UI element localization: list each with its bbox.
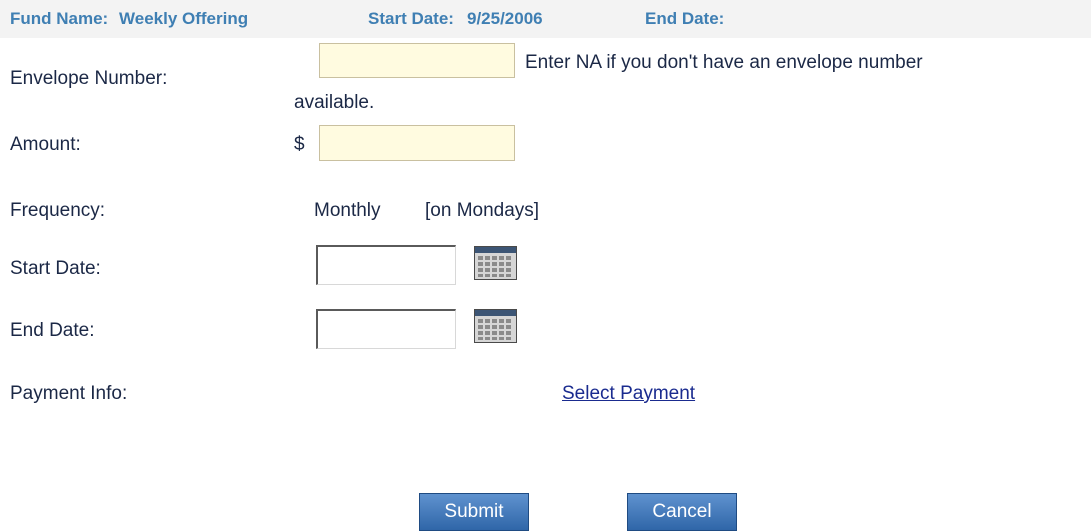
amount-label: Amount:	[10, 134, 81, 155]
currency-symbol: $	[294, 134, 305, 155]
payment-info-label: Payment Info:	[10, 383, 128, 404]
start-date-label: Start Date:	[10, 258, 101, 279]
cancel-button[interactable]: Cancel	[627, 493, 737, 531]
header-end-date-label: End Date:	[645, 9, 725, 28]
select-payment-link[interactable]: Select Payment	[562, 383, 695, 405]
envelope-hint-text-continued: available.	[294, 92, 375, 113]
frequency-label: Frequency:	[10, 200, 106, 221]
fund-name-label: Fund Name:	[10, 9, 109, 28]
frequency-value: Monthly	[314, 200, 381, 221]
envelope-number-input[interactable]	[319, 43, 515, 78]
envelope-hint-text: Enter NA if you don't have an envelope n…	[525, 52, 923, 73]
fund-name-value: Weekly Offering	[119, 9, 249, 28]
frequency-detail: [on Mondays]	[425, 200, 540, 221]
envelope-number-label: Envelope Number:	[10, 68, 168, 89]
submit-button[interactable]: Submit	[419, 493, 529, 531]
end-date-label: End Date:	[10, 320, 95, 341]
calendar-icon[interactable]	[474, 309, 517, 343]
recurring-gift-form: Fund Name: Weekly Offering Start Date: 9…	[0, 0, 1091, 531]
calendar-icon[interactable]	[474, 246, 517, 280]
header-start-date-value: 9/25/2006	[467, 9, 543, 28]
end-date-input[interactable]	[316, 309, 456, 349]
start-date-input[interactable]	[316, 245, 456, 285]
header-start-date-label: Start Date:	[368, 9, 454, 28]
amount-input[interactable]	[319, 125, 515, 161]
